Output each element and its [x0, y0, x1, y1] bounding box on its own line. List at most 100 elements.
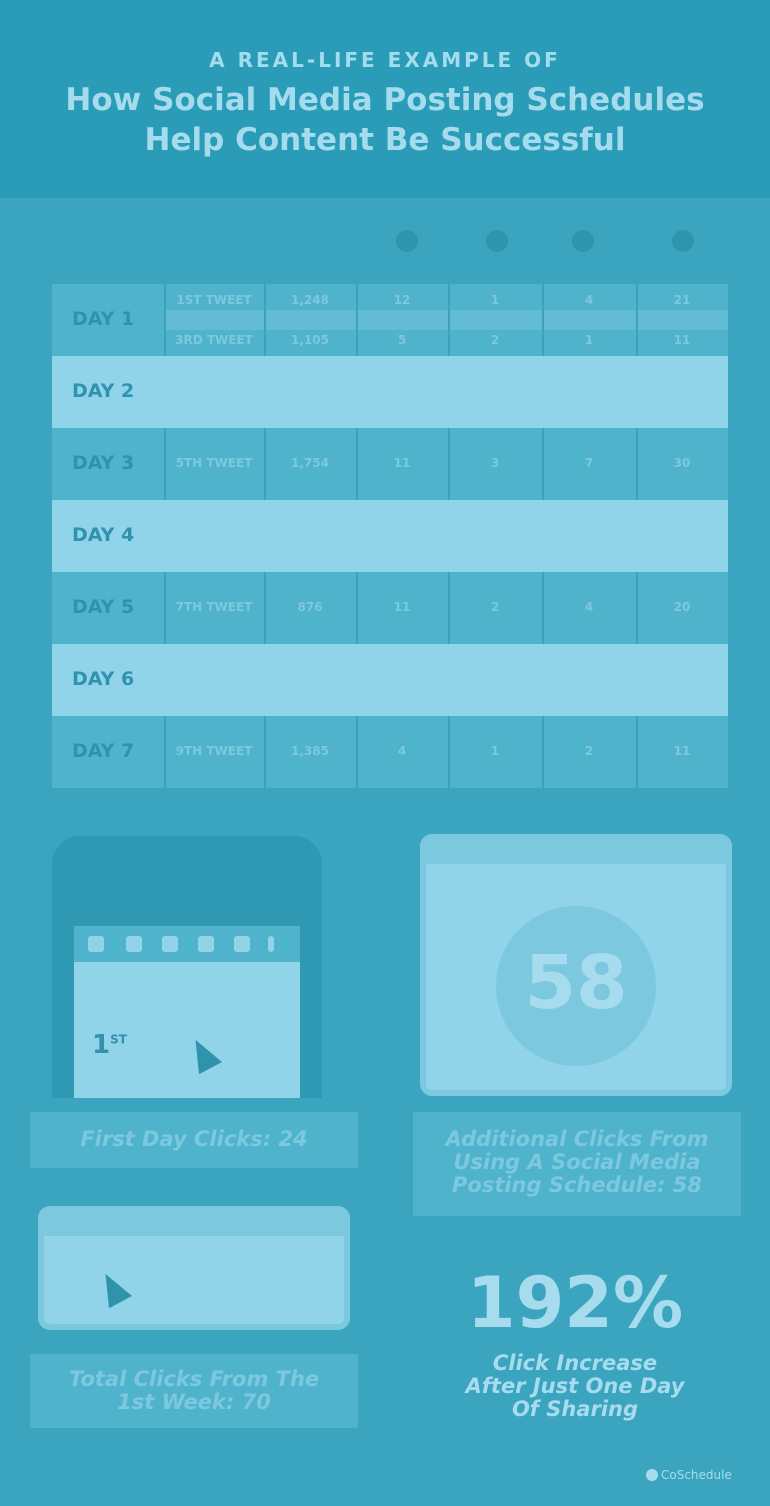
- stat-cell: 3: [490, 456, 500, 470]
- column-divider: [542, 284, 544, 356]
- stat-cell: 7: [584, 456, 594, 470]
- column-divider: [356, 284, 358, 356]
- stat-cell: 1: [584, 333, 594, 347]
- stat-cell: 4: [397, 744, 407, 758]
- phone-toolbar: [74, 926, 300, 962]
- first-day-caption: First Day Clicks: 24: [30, 1112, 358, 1168]
- clicks-cell: 1,385: [291, 744, 329, 758]
- day-4-row: DAY 4: [52, 500, 728, 572]
- day-6-row: DAY 6: [52, 644, 728, 716]
- column-divider: [448, 428, 450, 500]
- stat-cell: 2: [490, 333, 500, 347]
- column-divider: [448, 572, 450, 644]
- stat-cell: 5: [397, 333, 407, 347]
- stat-cell: 2: [584, 744, 594, 758]
- stat-cell: 1: [490, 744, 500, 758]
- day-3-row: DAY 3 5TH TWEET 1,754 11 3 7 30: [52, 428, 728, 500]
- stat-cell: 11: [393, 600, 411, 614]
- more-icon: [268, 936, 274, 952]
- title-line-1: How Social Media Posting Schedules: [65, 82, 705, 118]
- pencil-icon: [396, 230, 418, 252]
- day-label: DAY 1: [72, 308, 135, 330]
- stat-cell: 30: [673, 456, 691, 470]
- column-divider: [448, 716, 450, 788]
- total-clicks-caption: Total Clicks From The 1st Week: 70: [30, 1354, 358, 1428]
- day-1-subrow-1: 1ST TWEET 1,248 12 1 4 21: [164, 290, 728, 310]
- notifications-icon: [126, 936, 142, 952]
- column-divider: [542, 572, 544, 644]
- clicks-cell: 1,248: [291, 293, 329, 307]
- phone-screen: 1ST: [74, 926, 300, 1098]
- day-label: DAY 4: [72, 524, 135, 546]
- stat-cell: 11: [673, 744, 691, 758]
- column-divider: [636, 572, 638, 644]
- column-divider: [164, 428, 166, 500]
- column-divider: [636, 428, 638, 500]
- day-label: DAY 6: [72, 668, 135, 690]
- stat-cell: 21: [673, 293, 691, 307]
- column-divider: [542, 716, 544, 788]
- coschedule-logo: CoSchedule: [646, 1468, 732, 1482]
- day-label: DAY 7: [72, 740, 135, 762]
- column-divider: [636, 284, 638, 356]
- stat-cell: 4: [584, 293, 594, 307]
- search-icon: [234, 936, 250, 952]
- column-divider: [356, 428, 358, 500]
- stat-cell: 11: [393, 456, 411, 470]
- stat-cell: 12: [393, 293, 411, 307]
- increase-percentage: 192%: [466, 1262, 684, 1344]
- column-divider: [264, 716, 266, 788]
- tweet-label: 5TH TWEET: [175, 456, 253, 470]
- browser-title-bar: [44, 1212, 344, 1236]
- dial-gauge: 58: [496, 906, 656, 1066]
- column-divider: [164, 284, 166, 356]
- tweet-label: 9TH TWEET: [175, 744, 253, 758]
- phone-illustration: 1ST: [52, 836, 322, 1098]
- column-divider: [542, 428, 544, 500]
- tweet-stats-table: DAY 1 1ST TWEET 1,248 12 1 4 21 3RD TWEE…: [52, 284, 728, 789]
- column-icons: [0, 198, 770, 288]
- column-divider: [164, 716, 166, 788]
- cursor-icon: [184, 1033, 222, 1075]
- column-divider: [356, 716, 358, 788]
- cursor-icon: [94, 1267, 132, 1309]
- first-badge: 1ST: [92, 1030, 127, 1060]
- clicks-cell: 1,754: [291, 456, 329, 470]
- day-label: DAY 5: [72, 596, 135, 618]
- clicks-cell: 1,105: [291, 333, 329, 347]
- title-line-2: Help Content Be Successful: [144, 122, 626, 158]
- tweet-label: 3RD TWEET: [175, 333, 253, 347]
- tweet-label: 1ST TWEET: [176, 293, 252, 307]
- column-divider: [264, 572, 266, 644]
- column-divider: [264, 428, 266, 500]
- twitter-bird-icon: [88, 936, 104, 952]
- column-divider: [636, 716, 638, 788]
- clicks-cell: 876: [297, 600, 323, 614]
- day-1-subrow-2: [164, 310, 728, 330]
- day-2-row: DAY 2: [52, 356, 728, 428]
- header: A REAL-LIFE EXAMPLE OF How Social Media …: [0, 0, 770, 198]
- stat-cell: 2: [490, 600, 500, 614]
- stat-cell: 11: [673, 333, 691, 347]
- browser-title-bar: [426, 840, 726, 864]
- add-user-icon: [198, 936, 214, 952]
- browser-window-small: [38, 1206, 350, 1330]
- stat-cell: 20: [673, 600, 691, 614]
- eyebrow-text: A REAL-LIFE EXAMPLE OF: [209, 48, 561, 72]
- dial-value: 58: [524, 940, 628, 1026]
- heart-icon: [572, 230, 594, 252]
- column-divider: [356, 572, 358, 644]
- column-divider: [264, 284, 266, 356]
- stat-cell: 1: [490, 293, 500, 307]
- day-5-row: DAY 5 7TH TWEET 876 11 2 4 20: [52, 572, 728, 644]
- day-label: DAY 2: [72, 380, 135, 402]
- column-divider: [448, 284, 450, 356]
- day-label: DAY 3: [72, 452, 135, 474]
- day-1-subrow-3: 3RD TWEET 1,105 5 2 1 11: [164, 330, 728, 350]
- page-title: How Social Media Posting Schedules Help …: [0, 80, 770, 160]
- day-1-row: DAY 1 1ST TWEET 1,248 12 1 4 21 3RD TWEE…: [52, 284, 728, 356]
- day-7-row: DAY 7 9TH TWEET 1,385 4 1 2 11: [52, 716, 728, 788]
- stat-cell: 4: [584, 600, 594, 614]
- increase-caption: Click Increase After Just One Day Of Sha…: [465, 1351, 685, 1421]
- bubble-icon: [672, 230, 694, 252]
